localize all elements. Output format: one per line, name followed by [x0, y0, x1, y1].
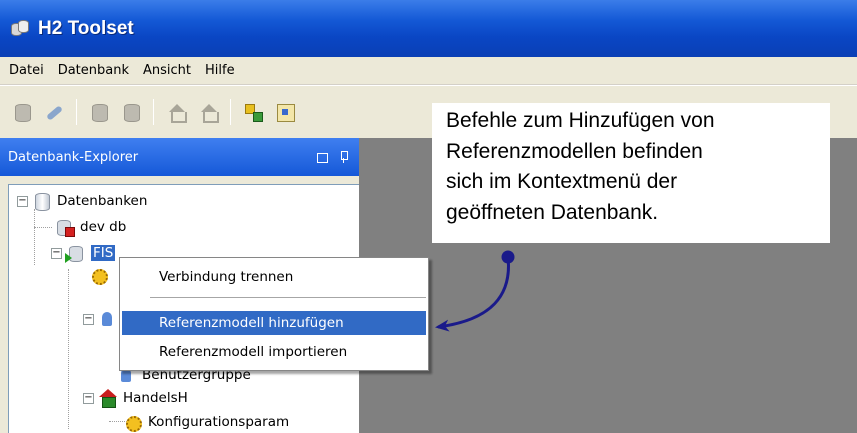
window-restore-icon[interactable]	[315, 150, 329, 164]
toolbar-separator	[153, 99, 154, 125]
plug-icon[interactable]	[42, 100, 66, 124]
tree-connector	[68, 269, 69, 429]
menu-item-verbindung-trennen[interactable]: Verbindung trennen	[122, 265, 426, 289]
tree-item-konfiguration[interactable]: Konfigurationsparam	[123, 412, 289, 432]
gear-icon	[89, 266, 109, 285]
title-bar: H2 Toolset	[0, 0, 857, 57]
gear-icon	[123, 413, 143, 432]
grid-table-icon[interactable]	[273, 100, 297, 124]
tree-label: Konfigurationsparam	[148, 414, 290, 430]
tree-label-selected: FIS	[91, 245, 116, 261]
tree-label: HandelsH	[123, 390, 188, 406]
menu-hilfe[interactable]: Hilfe	[198, 63, 242, 78]
db-gray-icon[interactable]	[119, 100, 143, 124]
tree-connector	[34, 209, 35, 265]
context-menu: Verbindung trennen Referenzmodell hinzuf…	[119, 257, 429, 371]
database-stack-icon	[32, 192, 52, 211]
window-title: H2 Toolset	[38, 17, 134, 39]
tree-label: dev db	[80, 219, 127, 235]
db-gray-icon[interactable]	[87, 100, 111, 124]
connect-db-icon[interactable]	[10, 100, 34, 124]
tree-item-collapsed[interactable]: −	[83, 309, 123, 329]
pin-icon[interactable]	[337, 150, 351, 164]
explorer-header: Datenbank-Explorer	[0, 138, 359, 176]
house-icon[interactable]	[164, 100, 188, 124]
tree-connector	[34, 227, 52, 228]
menu-datenbank[interactable]: Datenbank	[51, 63, 136, 78]
tree-item-handelsh[interactable]: − HandelsH	[83, 388, 188, 408]
menu-item-referenzmodell-importieren[interactable]: Referenzmodell importieren	[122, 340, 426, 364]
collapse-toggle[interactable]: −	[51, 247, 62, 259]
menu-datei[interactable]: Datei	[2, 63, 51, 78]
tree-item-fis[interactable]: − FIS	[51, 243, 116, 263]
collapse-toggle[interactable]: −	[83, 313, 94, 325]
database-stack-icon	[10, 19, 30, 39]
menu-item-referenzmodell-hinzufuegen[interactable]: Referenzmodell hinzufügen	[122, 311, 426, 335]
annotation-text: Befehle zum Hinzufügen von Referenzmodel…	[446, 109, 715, 224]
tree-label: Datenbanken	[57, 193, 148, 209]
reference-model-icon	[98, 389, 118, 408]
collapse-toggle[interactable]: −	[83, 392, 94, 404]
tree-structure-icon[interactable]	[241, 100, 265, 124]
menu-ansicht[interactable]: Ansicht	[136, 63, 198, 78]
collapse-toggle[interactable]: −	[17, 195, 28, 207]
tree-item-dev-db[interactable]: dev db	[55, 217, 126, 237]
house-icon[interactable]	[196, 100, 220, 124]
toolbar-separator	[230, 99, 231, 125]
tree-item-datenbanken[interactable]: − Datenbanken	[17, 191, 147, 211]
database-disconnected-icon	[55, 218, 75, 237]
toolbar-separator	[76, 99, 77, 125]
menu-separator	[150, 297, 426, 298]
menu-bar: Datei Datenbank Ansicht Hilfe	[0, 57, 857, 85]
database-connected-icon	[65, 244, 86, 263]
user-group-icon	[98, 310, 118, 328]
explorer-title: Datenbank-Explorer	[8, 149, 139, 165]
tree-item-gear[interactable]	[89, 265, 114, 285]
